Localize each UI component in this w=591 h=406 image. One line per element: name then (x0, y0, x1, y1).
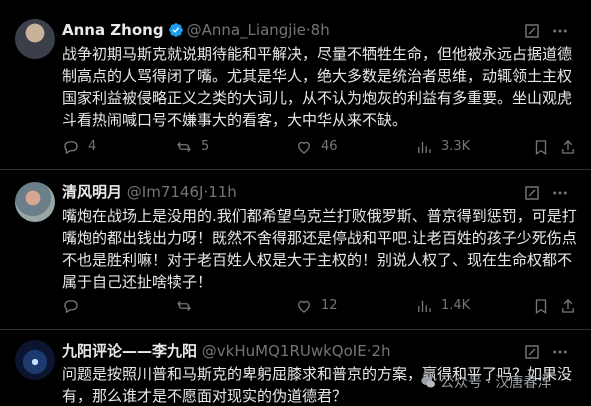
views-icon (418, 300, 431, 312)
like-count: 12 (321, 298, 338, 313)
like-icon (298, 300, 310, 313)
views-count: 3.3K (441, 139, 471, 154)
share-button[interactable] (559, 137, 585, 157)
like-button[interactable]: 46 (295, 137, 338, 157)
tweet-line: 制高点的人骂得闭了嘴。尤其是华人，绝大多数是统治者思维，动辄领土主权 (62, 67, 573, 85)
grok-icon[interactable] (523, 184, 541, 202)
display-name[interactable]: 清风明月 (62, 183, 122, 201)
bookmark-button[interactable] (532, 137, 558, 157)
avatar[interactable] (15, 340, 55, 380)
more-icon[interactable] (551, 343, 569, 361)
tweet-line: 嘴炮在战场上是没用的.我们都希望乌克兰打败俄罗斯、普京得到惩罚，可是打 (62, 207, 577, 225)
bookmark-icon (535, 299, 547, 315)
repost-button[interactable]: 5 (175, 137, 209, 157)
tweet-line: 属于自己还扯啥犊子！ (62, 273, 213, 291)
avatar[interactable] (15, 19, 55, 59)
tweet-line: 斗看热闹喊口号不嫌事大的看客，大中华从来不缺。 (62, 111, 408, 129)
watermark-text: 公众号 · 汉唐春洋 (440, 375, 552, 391)
like-button[interactable]: 12 (295, 296, 338, 316)
tweet-line: 国家利益被侵略正义之类的大词儿，从不认为炮灰的利益有多重要。坐山观虎 (62, 89, 573, 107)
share-icon (562, 140, 574, 154)
reply-button[interactable]: 4 (62, 137, 96, 157)
reply-icon (64, 141, 78, 155)
repost-icon (177, 142, 191, 152)
views-count: 1.4K (441, 298, 471, 313)
views-icon (418, 141, 431, 153)
display-name[interactable]: Anna Zhong (62, 21, 164, 39)
handle[interactable]: @Im7146J (127, 183, 204, 201)
tweet-text: 嘴炮在战场上是没用的.我们都希望乌克兰打败俄罗斯、普京得到惩罚，可是打 嘴炮的都… (62, 205, 582, 293)
tweet-text: 战争初期马斯克就说期待能和平解决，尽量不牺牲生命，但他被永远占据道德 制高点的人… (62, 43, 582, 131)
like-count: 46 (321, 139, 338, 154)
wechat-icon (421, 376, 435, 388)
tweet-line: 战争初期马斯克就说期待能和平解决，尽量不牺牲生命，但他被永远占据道德 (62, 45, 573, 63)
share-button[interactable] (559, 296, 585, 316)
watermark: 公众号 · 汉唐春洋 (420, 372, 551, 392)
avatar[interactable] (15, 182, 55, 222)
tweet-header: Anna Zhong @Anna_Liangjie·8h (62, 20, 330, 40)
views-button[interactable]: 1.4K (415, 296, 470, 316)
repost-icon (177, 301, 191, 311)
tweet-3[interactable]: 九阳评论——李九阳 @vkHuMQ1RUwkQoIE·2h 问题是按照川普和马斯… (0, 330, 591, 406)
tweet-2[interactable]: 清风明月 @Im7146J·11h 嘴炮在战场上是没用的.我们都希望乌克兰打败俄… (0, 170, 591, 330)
like-icon (298, 141, 310, 154)
more-icon[interactable] (551, 22, 569, 40)
repost-button[interactable] (175, 296, 201, 316)
handle[interactable]: @vkHuMQ1RUwkQoIE (202, 342, 367, 360)
display-name[interactable]: 九阳评论——李九阳 (62, 342, 197, 360)
tweet-header: 清风明月 @Im7146J·11h (62, 182, 237, 202)
timestamp[interactable]: 11h (208, 183, 237, 201)
verified-badge-icon (168, 23, 183, 37)
action-bar: 12 1.4K (62, 296, 577, 316)
handle[interactable]: @Anna_Liangjie (187, 21, 306, 39)
tweet-header: 九阳评论——李九阳 @vkHuMQ1RUwkQoIE·2h (62, 341, 391, 361)
tweet-1[interactable]: Anna Zhong @Anna_Liangjie·8h 战争初期马斯克就说期待能… (0, 0, 591, 170)
repost-count: 5 (201, 139, 210, 154)
timestamp[interactable]: 8h (311, 21, 330, 39)
bookmark-button[interactable] (532, 296, 558, 316)
reply-icon (64, 300, 78, 314)
reply-button[interactable] (62, 296, 88, 316)
views-button[interactable]: 3.3K (415, 137, 470, 157)
reply-count: 4 (88, 139, 97, 154)
grok-icon[interactable] (523, 343, 541, 361)
tweet-line: 嘴炮的都出钱出力呀！既然不舍得那还是停战和平吧.让老百姓的孩子少死伤点 (62, 229, 577, 247)
more-icon[interactable] (551, 184, 569, 202)
bookmark-icon (535, 140, 547, 156)
timestamp[interactable]: 2h (371, 342, 390, 360)
tweet-line: 不也是胜利嘛！对于老百姓人权是大于主权的！别说人权了、现在生命权都不 (62, 251, 573, 269)
action-bar: 4 5 46 3.3K (62, 137, 577, 157)
share-icon (562, 299, 574, 313)
grok-icon[interactable] (523, 22, 541, 40)
